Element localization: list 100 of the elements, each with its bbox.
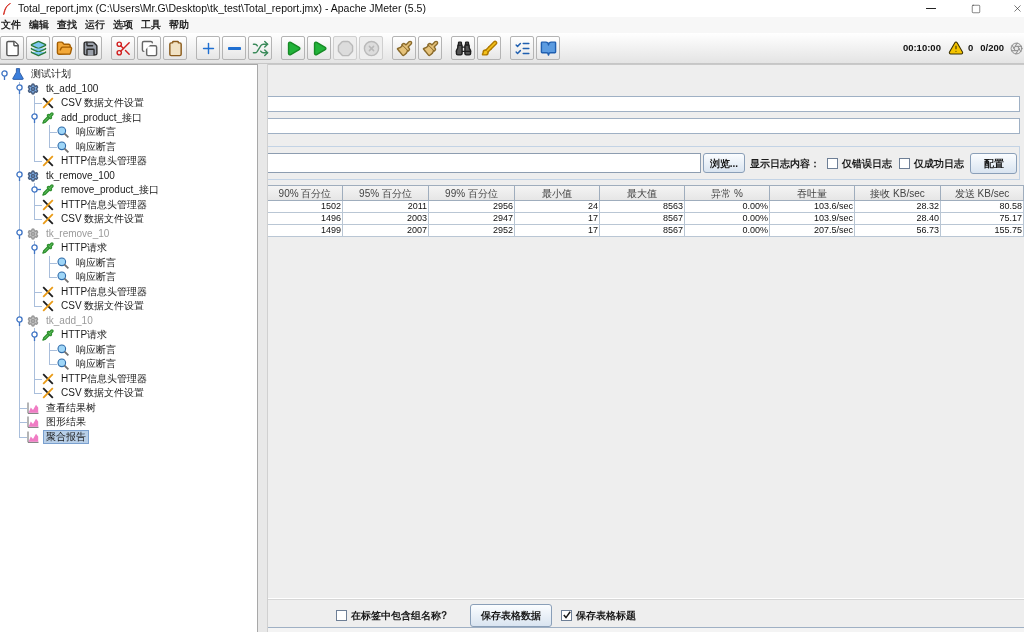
clear-button[interactable] [392,36,416,60]
toggle-button[interactable] [248,36,272,60]
column-header: 吞吐量 [770,185,855,201]
checkbox[interactable] [899,157,910,169]
chart-icon [27,416,39,429]
search-button[interactable] [451,36,475,60]
expand-handle-icon[interactable] [0,68,11,80]
table-cell: 2952 [429,225,515,237]
checkbox[interactable] [827,157,838,169]
menu-item[interactable]: 帮助 [169,20,189,30]
gear-icon [27,169,39,182]
close-icon [1012,3,1023,14]
gear-icon [27,227,39,240]
tree-node-label[interactable]: CSV 数据文件设置 [58,96,148,111]
table-cell: 1499 [268,225,343,237]
checkbox-label: 仅错误日志 [842,156,892,171]
expand-handle-icon[interactable] [15,83,26,95]
circle-x-icon [362,39,380,57]
file-icon [3,39,21,57]
tree-node-label[interactable]: 测试计划 [28,67,74,82]
save-button[interactable] [78,36,102,60]
column-header: 95% 百分位 [343,185,429,201]
tree-node-label[interactable]: 聚合报告 [43,429,89,444]
shuffle-icon [251,39,269,57]
tree-node-label[interactable]: tk_add_100 [43,81,102,96]
templates-button[interactable] [26,36,50,60]
menu-item[interactable]: 文件 [1,20,21,30]
function-helper-button[interactable] [510,36,534,60]
remove-button[interactable] [222,36,246,60]
chart-icon [27,401,39,414]
aperture-icon [1010,41,1023,55]
magnifier-icon [57,140,69,153]
tools-icon [42,213,54,226]
tree-node-label[interactable]: remove_product_接口 [58,183,162,198]
paintbrush-icon [421,39,439,57]
magnifier-icon [57,358,69,371]
new-button[interactable] [0,36,24,60]
tree-node-label[interactable]: 图形结果 [43,415,89,430]
menu-item[interactable]: 查找 [57,20,77,30]
table-cell: 56.73 [855,225,941,237]
feather-icon [3,2,11,15]
tree-node-label[interactable]: HTTP信息头管理器 [58,154,151,169]
tree-node-label[interactable]: 查看结果树 [43,400,99,415]
tree-node-label[interactable]: 响应断言 [73,125,119,140]
configure-button[interactable]: 配置 [970,152,1017,174]
table-cell: 8567 [600,225,685,237]
expand-handle-icon[interactable] [30,184,41,196]
expand-handle-icon[interactable] [15,170,26,182]
checkbox[interactable] [561,609,573,621]
column-header: 异常 % [685,185,770,201]
table-cell: 17 [515,225,600,237]
input-field[interactable] [268,118,1020,134]
menu-item[interactable]: 选项 [113,20,133,30]
maximize-icon [970,3,981,14]
help-button[interactable] [536,36,560,60]
tools-icon [42,285,54,298]
checkbox[interactable] [336,609,347,621]
menu-item[interactable]: 运行 [85,20,105,30]
layers-icon [29,39,47,57]
file-path-field[interactable] [268,153,701,173]
clear-all-button[interactable] [418,36,442,60]
input-field[interactable] [268,96,1020,112]
tree-node-label[interactable]: tk_remove_100 [43,168,118,183]
log-display-label: 显示日志内容： [750,156,820,171]
menu-item[interactable]: 工具 [141,20,161,30]
tree-node-label[interactable]: CSV 数据文件设置 [58,212,148,227]
start-button[interactable] [281,36,305,60]
menu-item[interactable]: 编辑 [29,20,49,30]
book-icon [539,39,557,57]
paste-button[interactable] [163,36,187,60]
save-table-button[interactable]: 保存表格数据 [470,603,553,627]
copy-button[interactable] [137,36,161,60]
column-header: 99% 百分位 [429,185,515,201]
chart-icon [27,430,39,443]
column-header: 接收 KB/sec [855,185,941,201]
start-no-pauses-button[interactable] [307,36,331,60]
warning-icon [947,40,964,56]
magnifier-icon [57,343,69,356]
tools-icon [42,387,54,400]
tree-node-label[interactable]: HTTP信息头管理器 [58,197,151,212]
reset-search-button[interactable] [477,36,501,60]
tree-node-label[interactable]: 响应断言 [73,139,119,154]
pipette-icon [42,242,54,255]
tree-node-label[interactable]: add_product_接口 [58,110,146,125]
save-icon [81,39,99,57]
active-threads: 0/200 [980,40,1004,55]
scissors-icon [114,39,132,57]
column-header: 发送 KB/sec [941,185,1024,201]
add-button[interactable] [196,36,220,60]
pipette-icon [42,329,54,342]
cut-button[interactable] [111,36,135,60]
tools-icon [42,198,54,211]
tools-icon [42,372,54,385]
error-count: 0 [967,40,974,55]
open-button[interactable] [52,36,76,60]
folder-icon [55,39,73,57]
table-cell: 207.5/sec [770,225,855,237]
browse-button[interactable]: 浏览... [702,153,745,173]
expand-handle-icon[interactable] [30,112,41,124]
flask-icon [12,68,24,81]
